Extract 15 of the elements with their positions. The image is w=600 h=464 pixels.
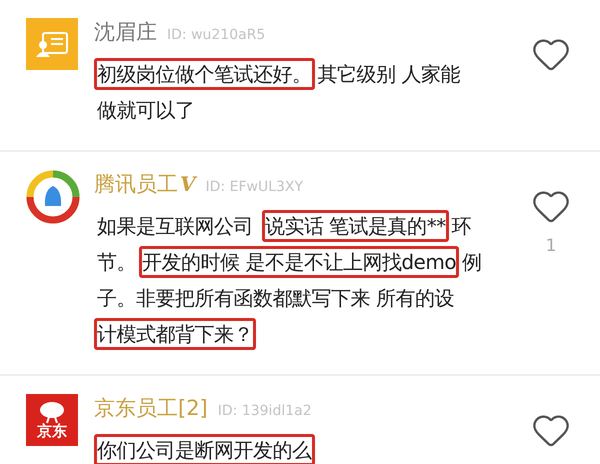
profile-card-icon [35, 31, 69, 57]
like-count: 1 [546, 236, 556, 256]
dog-icon [37, 401, 67, 423]
comment-text: 如果是互联网公司 说实话 笔试是真的** 环 节。 开发的时候 是不是不让上网找demo 例 子。非要把所有函数都默写下来 所有的设 计模式都背下来？ [94, 208, 510, 352]
user-id: ID: wu210aR5 [167, 27, 266, 43]
user-id: ID: EFwUL3XY [206, 179, 304, 195]
comment-text: 你们公司是断网开发的么 [94, 432, 510, 464]
user-id: ID: 139idl1a2 [218, 403, 312, 419]
user-name[interactable]: 京东员工[2] [94, 394, 208, 422]
user-name[interactable]: 沈眉庄 [94, 18, 157, 46]
user-name[interactable]: 腾讯员工V [94, 170, 196, 198]
comment-text: 初级岗位做个笔试还好。 其它级别 人家能 做就可以了 [94, 56, 510, 128]
logo-text: 京东 [37, 423, 67, 439]
avatar[interactable] [26, 170, 80, 224]
avatar[interactable]: 京东 [26, 394, 78, 446]
